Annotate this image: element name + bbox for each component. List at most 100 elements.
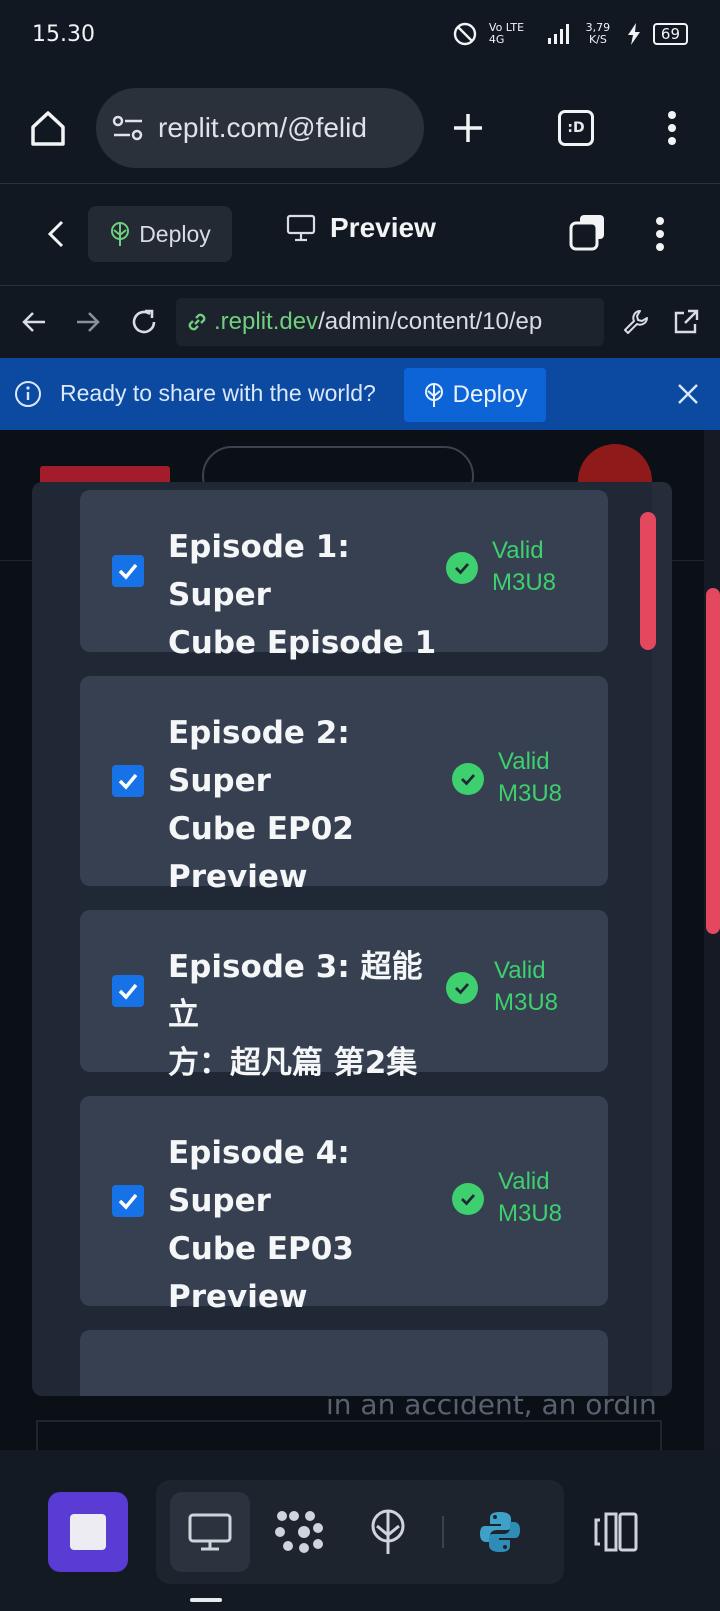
preview-back-button[interactable] <box>14 300 54 344</box>
validation-status: Valid M3U8 <box>498 746 562 810</box>
more-vert-icon <box>668 111 676 145</box>
deploy-icon <box>424 383 443 407</box>
episode-card[interactable] <box>80 1330 608 1396</box>
tabs-button[interactable]: :D <box>552 104 600 152</box>
validation-status-line: M3U8 <box>494 989 559 1016</box>
episode-card[interactable]: Episode 4: Super Cube EP03 Preview Valid… <box>80 1096 608 1315</box>
validation-status-line: Valid <box>498 1168 550 1195</box>
preview-tab[interactable]: Preview <box>286 212 436 244</box>
banner-deploy-label: Deploy <box>452 381 528 408</box>
valid-check-icon <box>452 763 484 795</box>
home-icon <box>31 111 65 146</box>
status-time: 15.30 <box>32 22 95 47</box>
data-speed: 3,79 K/S <box>585 21 611 46</box>
preview-url-path: /admin/content/10/ep <box>318 308 543 335</box>
banner-close-button[interactable] <box>668 374 708 414</box>
signal-icon <box>547 24 569 44</box>
episode-card[interactable]: Episode 2: Super Cube EP02 Preview Valid… <box>80 676 608 895</box>
charging-icon <box>627 23 640 45</box>
episode-title-line: Episode 3: 超能立 <box>168 949 423 1033</box>
preview-reload-button[interactable] <box>122 300 166 344</box>
preview-address-row: .replit.dev /admin/content/10/ep <box>0 286 720 358</box>
validation-status-line: M3U8 <box>498 780 563 807</box>
validation-status-line: Valid <box>494 957 546 984</box>
battery-level: 69 <box>652 23 688 45</box>
episode-checkbox[interactable] <box>112 765 144 797</box>
panels-button[interactable] <box>588 1502 644 1562</box>
stop-button[interactable] <box>48 1492 128 1572</box>
episode-card[interactable]: Episode 1: Super Cube Episode 1 Valid M3… <box>80 490 608 661</box>
browser-toolbar: replit.com/@felid :D <box>0 72 720 184</box>
banner-message: Ready to share with the world? <box>60 380 376 406</box>
episode-title-line: Cube EP03 <box>168 1231 354 1267</box>
deploy-icon <box>111 222 130 246</box>
pane-switcher <box>156 1480 564 1584</box>
devtools-button[interactable] <box>616 300 656 344</box>
validation-status: Valid M3U8 <box>498 1166 562 1230</box>
new-window-button[interactable] <box>566 208 610 256</box>
agents-pane-button[interactable] <box>268 1504 330 1560</box>
episode-title-line: Episode 2: Super <box>168 715 350 799</box>
episode-title-line: 方：超凡篇 第2集 <box>168 1045 418 1081</box>
validation-status: Valid M3U8 <box>492 535 556 599</box>
modal-scroll-thumb[interactable] <box>640 512 656 650</box>
episode-checkbox[interactable] <box>112 555 144 587</box>
pane-menu-button[interactable] <box>640 210 680 258</box>
deploy-chip-label: Deploy <box>139 220 211 247</box>
episode-title-line: Episode 1: Super <box>168 529 350 613</box>
deploy-pane-button[interactable] <box>360 1504 416 1560</box>
back-button[interactable] <box>36 210 76 258</box>
new-tab-button[interactable] <box>444 104 492 152</box>
page-scrollbar[interactable] <box>704 430 720 1450</box>
link-icon <box>188 313 206 331</box>
arrow-right-icon <box>77 312 100 332</box>
check-icon <box>118 983 138 1000</box>
episode-title-line: Episode 4: Super <box>168 1135 350 1219</box>
external-link-icon <box>674 309 699 334</box>
wrench-icon <box>624 310 648 334</box>
episode-checkbox[interactable] <box>112 975 144 1007</box>
episode-card[interactable]: Episode 3: 超能立 方：超凡篇 第2集 Valid M3U8 <box>80 910 608 1081</box>
preview-pane-icon-wrap <box>180 1504 240 1560</box>
replit-header: Deploy Preview <box>0 184 720 286</box>
tab-switcher-icon: :D <box>558 110 594 146</box>
preview-url-host: .replit.dev <box>214 308 319 335</box>
preview-url-field[interactable]: .replit.dev /admin/content/10/ep <box>176 298 604 346</box>
episode-title: Episode 2: Super Cube EP02 Preview <box>168 709 450 901</box>
episode-title-line: Cube Episode 1 <box>168 625 437 661</box>
page-scroll-thumb[interactable] <box>706 588 720 934</box>
deploy-chip-button[interactable]: Deploy <box>88 206 232 262</box>
deploy-banner: Ready to share with the world? Deploy <box>0 358 720 430</box>
background-card <box>36 1420 662 1450</box>
episode-title-line: Cube EP02 <box>168 811 354 847</box>
agents-icon <box>275 1511 323 1553</box>
valid-check-icon <box>446 552 478 584</box>
valid-check-icon <box>452 1183 484 1215</box>
preview-icon <box>188 1513 232 1551</box>
arrow-left-icon <box>22 312 45 332</box>
episode-checkbox[interactable] <box>112 1185 144 1217</box>
do-not-disturb-icon <box>453 22 477 46</box>
check-icon <box>118 1193 138 1210</box>
validation-status-line: M3U8 <box>492 569 557 596</box>
url-text: replit.com/@felid <box>158 112 367 143</box>
validation-status-line: Valid <box>498 748 550 775</box>
reload-icon <box>132 309 156 334</box>
deploy-icon <box>371 1509 405 1554</box>
browser-menu-button[interactable] <box>648 104 696 152</box>
pane-divider <box>442 1516 444 1548</box>
chevron-left-icon <box>47 220 64 248</box>
stack-icon <box>569 215 604 251</box>
open-external-button[interactable] <box>666 300 706 344</box>
home-button[interactable] <box>24 104 72 152</box>
check-icon <box>118 563 138 580</box>
stop-icon <box>70 1514 106 1550</box>
url-bar[interactable]: replit.com/@felid <box>96 88 424 168</box>
python-pane-button[interactable] <box>472 1504 528 1560</box>
banner-deploy-button[interactable]: Deploy <box>404 368 546 422</box>
episode-title: Episode 1: Super Cube Episode 1 <box>168 523 450 667</box>
episode-title: Episode 3: 超能立 方：超凡篇 第2集 <box>168 943 450 1087</box>
monitor-icon <box>286 214 316 242</box>
home-indicator[interactable] <box>190 1598 222 1602</box>
preview-forward-button[interactable] <box>68 300 108 344</box>
